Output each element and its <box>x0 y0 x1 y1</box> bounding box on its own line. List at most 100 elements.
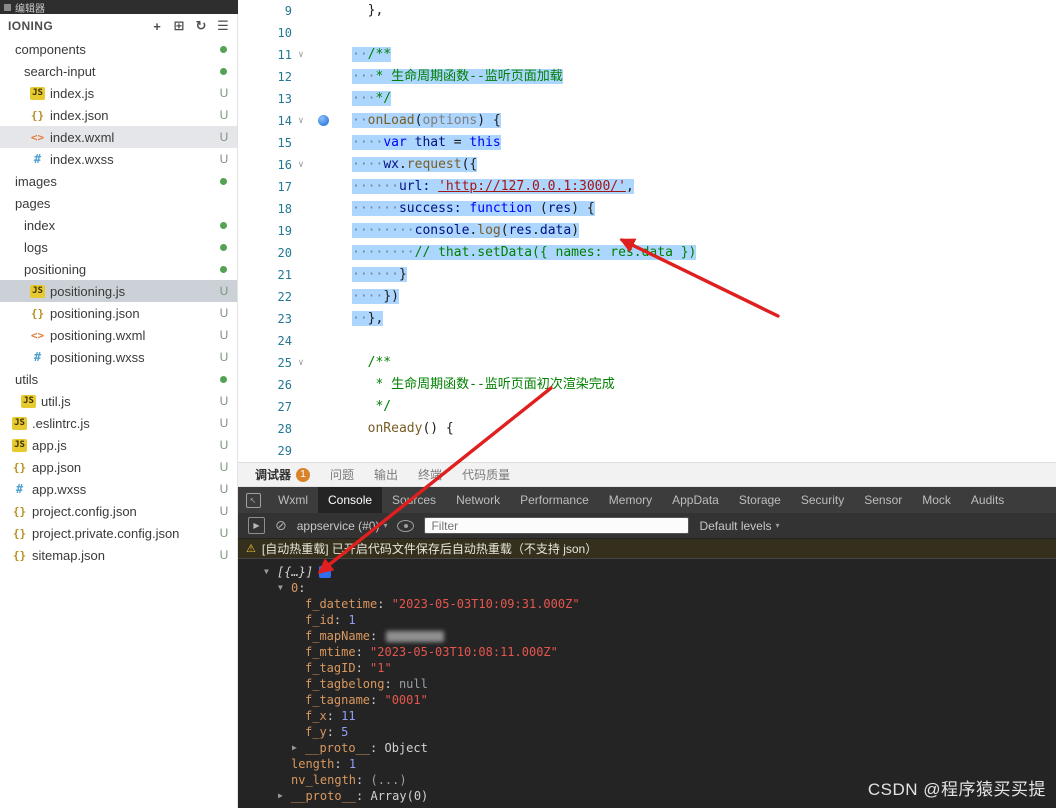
code-line-12[interactable]: 12 ···* 生命周期函数--监听页面加载 <box>238 66 1056 88</box>
fold-chevron-icon[interactable]: ∨ <box>292 44 310 66</box>
code-line-14[interactable]: 14 ∨ ··onLoad(options) { <box>238 110 1056 132</box>
file-item-positioning[interactable]: positioning <box>0 258 237 280</box>
line-number[interactable]: 29 <box>238 440 292 462</box>
new-file-icon[interactable]: + <box>147 16 167 36</box>
line-number[interactable]: 26 <box>238 374 292 396</box>
code-line-10[interactable]: 10 <box>238 22 1056 44</box>
code-line-19[interactable]: 19 ········console.log(res.data) <box>238 220 1056 242</box>
devtools-tab-console[interactable]: Console <box>318 487 383 513</box>
code-line-11[interactable]: 11 ∨ ··/** <box>238 44 1056 66</box>
code-line-26[interactable]: 26 * 生命周期函数--监听页面初次渲染完成 <box>238 374 1056 396</box>
refresh-icon[interactable]: ↻ <box>191 16 211 36</box>
line-number[interactable]: 28 <box>238 418 292 440</box>
file-item-search-input[interactable]: search-input <box>0 60 237 82</box>
code-line-24[interactable]: 24 <box>238 330 1056 352</box>
log-levels-dropdown[interactable]: Default levels ▾ <box>699 519 779 533</box>
devtools-tab-audits[interactable]: Audits <box>961 487 1014 513</box>
devtools-tab-network[interactable]: Network <box>446 487 510 513</box>
panel-tab-代码质量[interactable]: 代码质量 <box>453 463 519 486</box>
console-tree-row[interactable]: ▼ [{…}] <box>238 564 1056 580</box>
line-number[interactable]: 16 <box>238 154 292 176</box>
code-line-27[interactable]: 27 */ <box>238 396 1056 418</box>
collapse-arrow-icon[interactable]: ▼ <box>278 580 291 596</box>
file-item-images[interactable]: images <box>0 170 237 192</box>
console-tree-row[interactable]: ▶ __proto__: Object <box>238 740 1056 756</box>
new-folder-icon[interactable]: ⊞ <box>169 16 189 36</box>
file-item-positioning.json[interactable]: {} positioning.json U <box>0 302 237 324</box>
file-item-utils[interactable]: utils <box>0 368 237 390</box>
line-number[interactable]: 12 <box>238 66 292 88</box>
code-line-13[interactable]: 13 ···*/ <box>238 88 1056 110</box>
file-item-project.private.config.json[interactable]: {} project.private.config.json U <box>0 522 237 544</box>
line-number[interactable]: 20 <box>238 242 292 264</box>
line-number[interactable]: 11 <box>238 44 292 66</box>
file-item-positioning.wxml[interactable]: <> positioning.wxml U <box>0 324 237 346</box>
code-line-21[interactable]: 21 ······} <box>238 264 1056 286</box>
filter-input[interactable] <box>424 517 690 534</box>
file-item-index[interactable]: index <box>0 214 237 236</box>
file-item-index.wxml[interactable]: <> index.wxml U <box>0 126 237 148</box>
file-item-app.js[interactable]: JS app.js U <box>0 434 237 456</box>
code-line-15[interactable]: 15 ····var that = this <box>238 132 1056 154</box>
eval-run-icon[interactable]: ▶ <box>248 517 265 534</box>
line-number[interactable]: 27 <box>238 396 292 418</box>
devtools-tab-appdata[interactable]: AppData <box>662 487 729 513</box>
panel-tab-调试器[interactable]: 调试器 1 <box>246 463 319 486</box>
code-line-17[interactable]: 17 ······url: 'http://127.0.0.1:3000/', <box>238 176 1056 198</box>
line-number[interactable]: 23 <box>238 308 292 330</box>
file-item-positioning.wxss[interactable]: # positioning.wxss U <box>0 346 237 368</box>
panel-tab-输出[interactable]: 输出 <box>365 463 407 486</box>
fold-chevron-icon[interactable]: ∨ <box>292 110 310 132</box>
file-item-index.json[interactable]: {} index.json U <box>0 104 237 126</box>
code-line-28[interactable]: 28 onReady() { <box>238 418 1056 440</box>
line-number[interactable]: 18 <box>238 198 292 220</box>
inspect-element-icon[interactable]: ↖ <box>238 487 268 513</box>
file-item-project.config.json[interactable]: {} project.config.json U <box>0 500 237 522</box>
file-item-app.wxss[interactable]: # app.wxss U <box>0 478 237 500</box>
line-number[interactable]: 21 <box>238 264 292 286</box>
file-item-app.json[interactable]: {} app.json U <box>0 456 237 478</box>
code-line-20[interactable]: 20 ········// that.setData({ names: res.d… <box>238 242 1056 264</box>
file-item-.eslintrc.js[interactable]: JS .eslintrc.js U <box>0 412 237 434</box>
code-editor[interactable]: 9 }, 10 11 ∨ ··/** 12 ···* 生命周期函数--监听页面加载 13 ···… <box>238 0 1056 462</box>
console-tree-row[interactable]: ▼ 0: <box>238 580 1056 596</box>
panel-tab-终端[interactable]: 终端 <box>409 463 451 486</box>
code-line-23[interactable]: 23 ··}, <box>238 308 1056 330</box>
devtools-tab-sources[interactable]: Sources <box>382 487 446 513</box>
line-number[interactable]: 13 <box>238 88 292 110</box>
code-line-18[interactable]: 18 ······success: function (res) { <box>238 198 1056 220</box>
line-number[interactable]: 22 <box>238 286 292 308</box>
code-line-22[interactable]: 22 ····}) <box>238 286 1056 308</box>
line-number[interactable]: 9 <box>238 0 292 22</box>
panel-tab-问题[interactable]: 问题 <box>321 463 363 486</box>
file-item-index.js[interactable]: JS index.js U <box>0 82 237 104</box>
line-number[interactable]: 24 <box>238 330 292 352</box>
fold-chevron-icon[interactable]: ∨ <box>292 352 310 374</box>
collapse-arrow-icon[interactable]: ▼ <box>264 564 277 580</box>
file-item-sitemap.json[interactable]: {} sitemap.json U <box>0 544 237 566</box>
devtools-tab-sensor[interactable]: Sensor <box>854 487 912 513</box>
devtools-tab-wxml[interactable]: Wxml <box>268 487 318 513</box>
line-number[interactable]: 14 <box>238 110 292 132</box>
code-line-29[interactable]: 29 <box>238 440 1056 462</box>
code-line-25[interactable]: 25 ∨ /** <box>238 352 1056 374</box>
file-item-util.js[interactable]: JS util.js U <box>0 390 237 412</box>
file-item-index.wxss[interactable]: # index.wxss U <box>0 148 237 170</box>
line-number[interactable]: 19 <box>238 220 292 242</box>
file-item-logs[interactable]: logs <box>0 236 237 258</box>
line-number[interactable]: 10 <box>238 22 292 44</box>
devtools-tab-storage[interactable]: Storage <box>729 487 791 513</box>
devtools-tab-performance[interactable]: Performance <box>510 487 599 513</box>
fold-chevron-icon[interactable]: ∨ <box>292 154 310 176</box>
line-number[interactable]: 25 <box>238 352 292 374</box>
code-line-16[interactable]: 16 ∨ ····wx.request({ <box>238 154 1056 176</box>
expand-arrow-icon[interactable]: ▶ <box>278 788 291 804</box>
context-selector[interactable]: appservice (#0) ▾ <box>297 519 388 533</box>
devtools-tab-security[interactable]: Security <box>791 487 854 513</box>
line-number[interactable]: 15 <box>238 132 292 154</box>
devtools-tab-mock[interactable]: Mock <box>912 487 961 513</box>
expand-arrow-icon[interactable]: ▶ <box>292 740 305 756</box>
line-number[interactable]: 17 <box>238 176 292 198</box>
devtools-tab-memory[interactable]: Memory <box>599 487 662 513</box>
file-item-positioning.js[interactable]: JS positioning.js U <box>0 280 237 302</box>
